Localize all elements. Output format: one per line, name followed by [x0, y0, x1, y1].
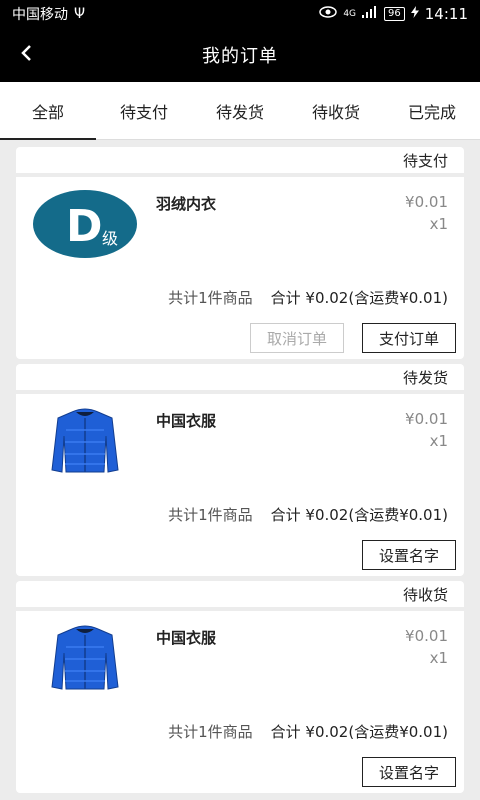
item-count: 共计1件商品 — [168, 289, 253, 307]
order-status-bar: 待发货 — [16, 364, 464, 394]
carrier-label: 中国移动 — [12, 7, 68, 23]
product-quantity: x1 — [429, 649, 448, 667]
product-price: ¥0.01 — [405, 410, 448, 428]
product-name: 羽绒内衣 — [156, 195, 217, 213]
tab-pending-receipt[interactable]: 待收货 — [288, 82, 384, 139]
eye-icon — [319, 6, 338, 22]
order-summary: 共计1件商品 合计 ¥0.02(含运费¥0.01) — [168, 721, 448, 742]
item-count: 共计1件商品 — [168, 506, 253, 524]
tab-completed[interactable]: 已完成 — [384, 82, 480, 139]
tab-pending-payment[interactable]: 待支付 — [96, 82, 192, 139]
blue-down-jacket-icon — [51, 408, 119, 473]
badge-letter: D — [66, 201, 103, 252]
order-card[interactable]: 待支付 D 级 羽绒内衣 ¥0.01 x1 共计1件商品 合计 ¥0.02(含运… — [16, 147, 464, 359]
blue-down-jacket-icon — [51, 625, 119, 690]
set-name-button[interactable]: 设置名字 — [361, 757, 456, 787]
order-summary: 共计1件商品 合计 ¥0.02(含运费¥0.01) — [168, 504, 448, 525]
product-price: ¥0.01 — [405, 627, 448, 645]
clock: 14:11 — [424, 5, 468, 23]
cancel-order-button[interactable]: 取消订单 — [249, 323, 344, 353]
order-card[interactable]: 待发货 中国衣服 ¥0.01 x1 共计1件商品 合计 ¥0.02(含运费¥0.… — [16, 364, 464, 576]
product-price: ¥0.01 — [405, 193, 448, 211]
page-title: 我的订单 — [202, 46, 278, 67]
tab-pending-shipment[interactable]: 待发货 — [192, 82, 288, 139]
product-image — [32, 406, 138, 476]
product-quantity: x1 — [429, 432, 448, 450]
battery-level: 96 — [384, 7, 405, 21]
badge-text: 级 — [102, 229, 118, 248]
usb-icon: Ψ — [74, 6, 86, 22]
network-label: 4G — [343, 9, 357, 19]
order-status: 待收货 — [402, 585, 448, 604]
order-card[interactable]: 待收货 中国衣服 ¥0.01 x1 共计1件商品 合计 ¥0.02(含运费¥0.… — [16, 581, 464, 793]
set-name-button[interactable]: 设置名字 — [361, 540, 456, 570]
order-item[interactable]: D 级 羽绒内衣 ¥0.01 x1 — [16, 177, 464, 277]
product-name: 中国衣服 — [156, 629, 217, 647]
order-item[interactable]: 中国衣服 ¥0.01 x1 — [16, 611, 464, 711]
order-status: 待发货 — [402, 368, 448, 387]
order-status-bar: 待收货 — [16, 581, 464, 611]
order-list: 待支付 D 级 羽绒内衣 ¥0.01 x1 共计1件商品 合计 ¥0.02(含运… — [16, 147, 464, 798]
order-total: 合计 ¥0.02(含运费¥0.01) — [270, 506, 448, 524]
order-status-bar: 待支付 — [16, 147, 464, 177]
order-actions: 设置名字 — [361, 540, 456, 570]
order-total: 合计 ¥0.02(含运费¥0.01) — [270, 289, 448, 307]
order-actions: 取消订单 支付订单 — [249, 323, 456, 353]
item-count: 共计1件商品 — [168, 723, 253, 741]
tab-all[interactable]: 全部 — [0, 82, 96, 140]
order-status: 待支付 — [402, 151, 448, 170]
product-image — [32, 623, 138, 693]
chevron-left-icon — [20, 44, 32, 66]
product-image: D 级 — [32, 189, 138, 259]
order-summary: 共计1件商品 合计 ¥0.02(含运费¥0.01) — [168, 287, 448, 308]
status-bar: 中国移动 Ψ 4G 96 14:11 — [0, 0, 480, 28]
product-quantity: x1 — [429, 215, 448, 233]
charging-icon — [410, 6, 419, 22]
product-name: 中国衣服 — [156, 412, 217, 430]
order-actions: 设置名字 — [361, 757, 456, 787]
pay-order-button[interactable]: 支付订单 — [361, 323, 456, 353]
order-total: 合计 ¥0.02(含运费¥0.01) — [270, 723, 448, 741]
order-tabs: 全部 待支付 待发货 待收货 已完成 — [0, 82, 480, 140]
back-button[interactable] — [6, 28, 46, 82]
order-item[interactable]: 中国衣服 ¥0.01 x1 — [16, 394, 464, 494]
title-bar: 我的订单 — [0, 28, 480, 82]
signal-icon — [362, 6, 378, 22]
